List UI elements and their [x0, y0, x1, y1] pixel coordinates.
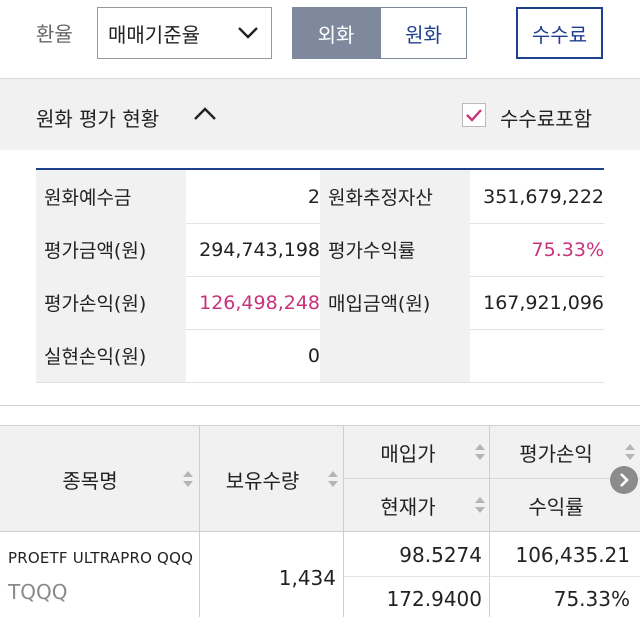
summary-label: 평가수익률 [320, 223, 470, 276]
summary-value: 351,679,222 [483, 185, 604, 208]
summary-value: 294,743,198 [199, 238, 320, 261]
stock-code: TQQQ [8, 580, 68, 604]
fee-include-checkbox[interactable] [462, 103, 486, 127]
column-header-return-rate[interactable]: 수익률 [490, 479, 622, 532]
current-price-cell: 172.9400 [386, 587, 482, 611]
fee-button[interactable]: 수수료 [516, 7, 603, 59]
summary-row: 실현손익(원) 0 [36, 329, 604, 383]
currency-toggle-foreign[interactable]: 외화 [292, 7, 380, 59]
eval-pl-cell: 106,435.21 [515, 543, 630, 567]
quantity-cell: 1,434 [278, 566, 336, 590]
currency-toggle-krw[interactable]: 원화 [380, 7, 467, 59]
summary-row: 원화예수금 2 원화추정자산 351,679,222 [36, 170, 604, 224]
summary-value: 0 [307, 344, 320, 367]
chevron-right-icon [620, 473, 629, 487]
summary-row: 평가금액(원) 294,743,198 평가수익률 75.33% [36, 223, 604, 277]
column-header-name[interactable]: 종목명 [0, 426, 180, 532]
chevron-down-icon [238, 27, 258, 39]
sort-icon[interactable] [624, 443, 636, 461]
summary-value: 167,921,096 [483, 291, 604, 314]
summary-value [462, 329, 612, 382]
sort-icon[interactable] [182, 470, 194, 488]
column-header-current-price[interactable]: 현재가 [344, 479, 472, 532]
summary-label: 매입금액(원) [320, 276, 470, 329]
buy-price-cell: 98.5274 [399, 543, 482, 567]
fee-include-label[interactable]: 수수료포함 [500, 103, 592, 132]
exchange-rate-select-value: 매매기준율 [108, 22, 200, 47]
divider [344, 576, 640, 577]
summary-label: 원화예수금 [36, 170, 186, 223]
return-rate-cell: 75.33% [553, 587, 630, 611]
summary-label: 실현손익(원) [36, 329, 186, 382]
exchange-rate-label: 환율 [36, 22, 73, 46]
sort-icon[interactable] [474, 443, 486, 461]
summary-label [320, 329, 470, 382]
holdings-table-header: 종목명 보유수량 매입가 현재가 평가손익 수익률 [0, 425, 640, 532]
exchange-rate-select[interactable]: 매매기준율 [97, 7, 272, 59]
summary-label: 평가손익(원) [36, 276, 186, 329]
column-header-eval-pl[interactable]: 평가손익 [490, 426, 622, 478]
chevron-up-icon[interactable] [192, 104, 218, 124]
stock-name[interactable]: PROETF ULTRAPRO QQQ [8, 549, 193, 567]
section-title[interactable]: 원화 평가 현황 [36, 103, 159, 132]
sort-icon[interactable] [474, 496, 486, 514]
summary-value: 75.33% [531, 238, 604, 261]
divider [0, 405, 640, 406]
summary-value: 126,498,248 [199, 291, 320, 314]
summary-row: 평가손익(원) 126,498,248 매입금액(원) 167,921,096 [36, 276, 604, 330]
column-header-quantity[interactable]: 보유수량 [200, 426, 325, 532]
sort-icon[interactable] [327, 470, 339, 488]
checkmark-icon [466, 109, 482, 122]
summary-value: 2 [307, 185, 320, 208]
column-header-buy-price[interactable]: 매입가 [344, 426, 472, 478]
summary-label: 원화추정자산 [320, 170, 470, 223]
summary-label: 평가금액(원) [36, 223, 186, 276]
scroll-right-button[interactable] [610, 466, 638, 494]
